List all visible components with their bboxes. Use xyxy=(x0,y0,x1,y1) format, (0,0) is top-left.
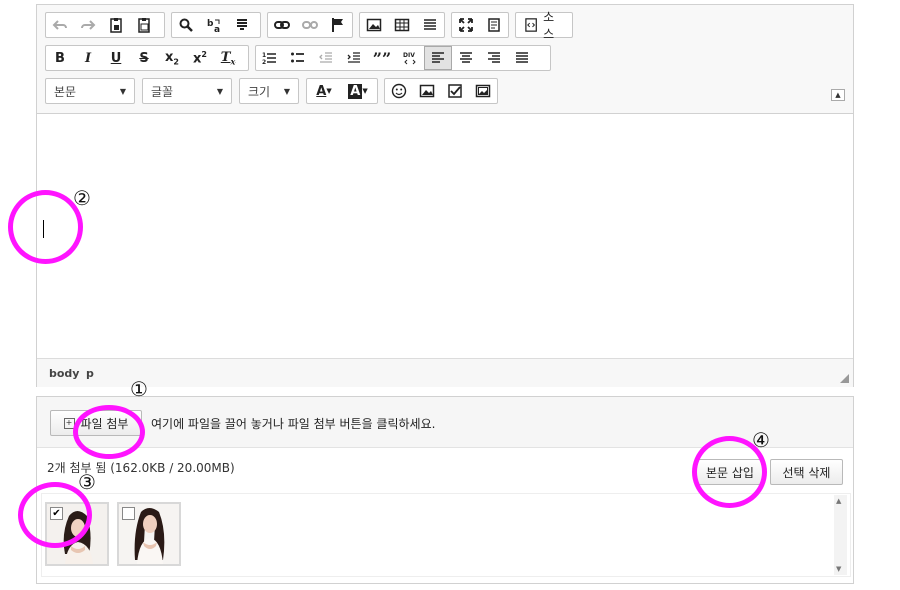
replace-icon[interactable]: ba xyxy=(200,13,228,37)
horizontal-line-icon[interactable] xyxy=(416,13,444,37)
align-center-icon[interactable] xyxy=(452,46,480,70)
format-select-value: 본문 xyxy=(54,84,77,99)
font-select-value: 글꼴 xyxy=(151,84,174,99)
clipboard-group xyxy=(45,12,165,38)
path-item-body[interactable]: body xyxy=(49,367,79,380)
indent-icon[interactable] xyxy=(340,46,368,70)
anchor-icon[interactable] xyxy=(324,13,352,37)
paste-icon[interactable] xyxy=(102,13,130,37)
rich-text-editor: ba 소스 B I U S x2 x2 Tx 1 2 ”” DIV 본문 ▼ 글… xyxy=(36,4,854,387)
remove-format-icon[interactable]: Tx xyxy=(214,46,242,70)
format-select[interactable]: 본문 ▼ xyxy=(45,78,135,104)
align-right-icon[interactable] xyxy=(480,46,508,70)
editor-content-area[interactable] xyxy=(37,114,853,358)
blockquote-icon[interactable]: ”” xyxy=(368,46,396,70)
size-select-value: 크기 xyxy=(248,84,271,99)
div-container-icon[interactable]: DIV xyxy=(396,46,424,70)
tools-group xyxy=(451,12,509,38)
annotation-number-4: ④ xyxy=(752,428,770,452)
annotation-number-1: ① xyxy=(130,377,148,401)
image-upload-icon[interactable] xyxy=(413,79,441,103)
svg-text:1: 1 xyxy=(262,52,266,59)
path-item-p[interactable]: p xyxy=(86,367,94,380)
numbered-list-icon[interactable]: 12 xyxy=(256,46,284,70)
toolbar-collapse-icon[interactable]: ▲ xyxy=(831,89,845,101)
checkbox-insert-icon[interactable] xyxy=(441,79,469,103)
underline-icon[interactable]: U xyxy=(102,46,130,70)
basic-styles-group: B I U S x2 x2 Tx xyxy=(45,45,249,71)
select-all-icon[interactable] xyxy=(228,13,256,37)
unlink-icon[interactable] xyxy=(296,13,324,37)
annotation-number-2: ② xyxy=(73,186,91,210)
editor-toolbar: ba 소스 B I U S x2 x2 Tx 1 2 ”” DIV 본문 ▼ 글… xyxy=(37,5,853,114)
dropzone-hint: 여기에 파일을 끌어 놓거나 파일 첨부 버튼을 클릭하세요. xyxy=(151,417,436,431)
chevron-down-icon: ▼ xyxy=(283,86,290,96)
align-justify-icon[interactable] xyxy=(508,46,536,70)
insert-group xyxy=(359,12,445,38)
show-blocks-icon[interactable] xyxy=(480,13,508,37)
align-left-icon[interactable] xyxy=(424,46,452,70)
table-icon[interactable] xyxy=(388,13,416,37)
colors-group: A ▼ A ▼ xyxy=(306,78,378,104)
svg-text:2: 2 xyxy=(262,59,266,66)
link-group xyxy=(267,12,353,38)
delete-selected-button[interactable]: 선택 삭제 xyxy=(770,459,843,485)
paragraph-group: 12 ”” DIV xyxy=(255,45,551,71)
file-checkbox[interactable]: ✔ xyxy=(50,507,63,520)
editing-group: ba xyxy=(171,12,261,38)
scroll-down-icon[interactable]: ▼ xyxy=(836,565,841,573)
link-icon[interactable] xyxy=(268,13,296,37)
chevron-down-icon: ▼ xyxy=(216,86,223,96)
image-icon[interactable] xyxy=(360,13,388,37)
font-select[interactable]: 글꼴 ▼ xyxy=(142,78,232,104)
undo-icon[interactable] xyxy=(46,13,74,37)
source-icon xyxy=(525,18,537,32)
emoji-icon[interactable] xyxy=(385,79,413,103)
maximize-icon[interactable] xyxy=(452,13,480,37)
file-checkbox[interactable] xyxy=(122,507,135,520)
annotation-circle-2 xyxy=(8,190,83,264)
redo-icon[interactable] xyxy=(74,13,102,37)
annotation-circle-1 xyxy=(73,405,145,459)
chevron-down-icon: ▼ xyxy=(119,86,126,96)
file-list-scrollbar[interactable]: ▲ ▼ xyxy=(834,495,847,575)
italic-icon[interactable]: I xyxy=(74,46,102,70)
source-label: 소스 xyxy=(543,10,555,41)
annotation-number-3: ③ xyxy=(78,470,96,494)
background-color-icon[interactable]: A ▼ xyxy=(341,79,375,103)
size-select[interactable]: 크기 ▼ xyxy=(239,78,299,104)
svg-text:a: a xyxy=(214,25,220,33)
outdent-icon[interactable] xyxy=(312,46,340,70)
subscript-icon[interactable]: x2 xyxy=(158,46,186,70)
find-icon[interactable] xyxy=(172,13,200,37)
scroll-up-icon[interactable]: ▲ xyxy=(836,497,841,505)
svg-text:DIV: DIV xyxy=(403,52,415,59)
svg-text:b: b xyxy=(207,19,214,29)
source-group: 소스 xyxy=(515,10,573,41)
media-embed-icon[interactable] xyxy=(469,79,497,103)
file-thumbnail[interactable] xyxy=(117,502,181,566)
attachment-count: 2개 첨부 됨 (162.0KB / 20.00MB) xyxy=(47,461,235,475)
bold-icon[interactable]: B xyxy=(46,46,74,70)
bulleted-list-icon[interactable] xyxy=(284,46,312,70)
source-button[interactable]: 소스 xyxy=(516,10,572,41)
superscript-icon[interactable]: x2 xyxy=(186,46,214,70)
resize-handle[interactable] xyxy=(840,374,849,383)
text-color-icon[interactable]: A ▼ xyxy=(307,79,341,103)
elements-path-bar: body p xyxy=(37,358,853,387)
strike-icon[interactable]: S xyxy=(130,46,158,70)
extras-group xyxy=(384,78,498,104)
paste-text-icon[interactable] xyxy=(130,13,158,37)
